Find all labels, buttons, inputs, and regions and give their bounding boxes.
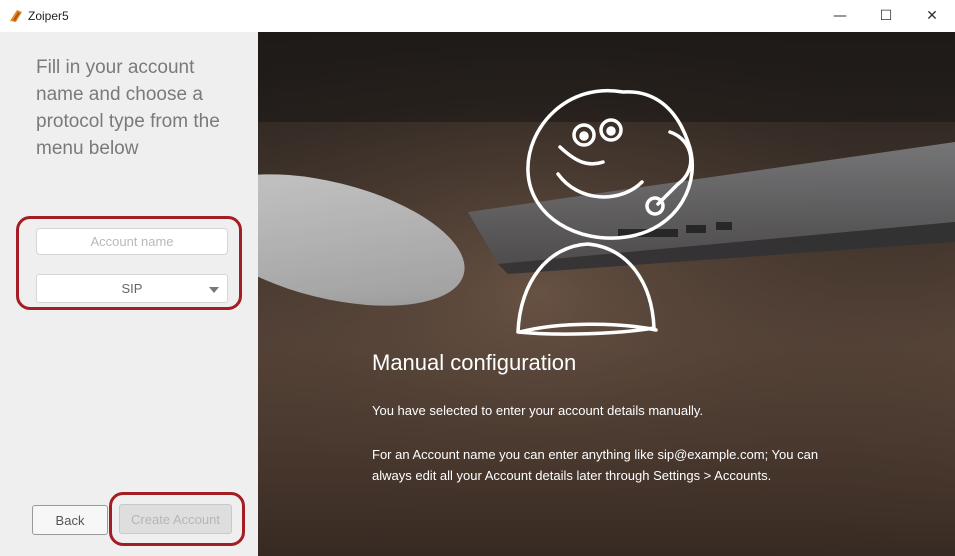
sidebar-panel: Fill in your account name and choose a p… — [0, 32, 258, 556]
title-bar: Zoiper5 — ☐ ✕ — [0, 0, 955, 32]
account-name-input[interactable] — [36, 228, 228, 255]
window-title: Zoiper5 — [28, 9, 69, 23]
window-controls: — ☐ ✕ — [817, 0, 955, 32]
protocol-selected-value: SIP — [121, 281, 143, 296]
zoiper-logo-icon — [10, 10, 22, 22]
back-button[interactable]: Back — [32, 505, 108, 535]
create-account-button[interactable]: Create Account — [119, 504, 232, 534]
protocol-select[interactable]: SIP — [36, 274, 228, 303]
hero-description-2: For an Account name you can enter anythi… — [372, 447, 819, 483]
close-button[interactable]: ✕ — [909, 0, 955, 32]
instruction-text: Fill in your account name and choose a p… — [36, 57, 220, 159]
hero-description-1: You have selected to enter your account … — [372, 403, 703, 418]
minimize-button[interactable]: — — [817, 0, 863, 32]
chevron-down-icon — [209, 287, 219, 293]
maximize-button[interactable]: ☐ — [863, 0, 909, 32]
hero-panel: Manual configuration You have selected t… — [258, 32, 955, 556]
hero-title: Manual configuration — [372, 350, 577, 375]
